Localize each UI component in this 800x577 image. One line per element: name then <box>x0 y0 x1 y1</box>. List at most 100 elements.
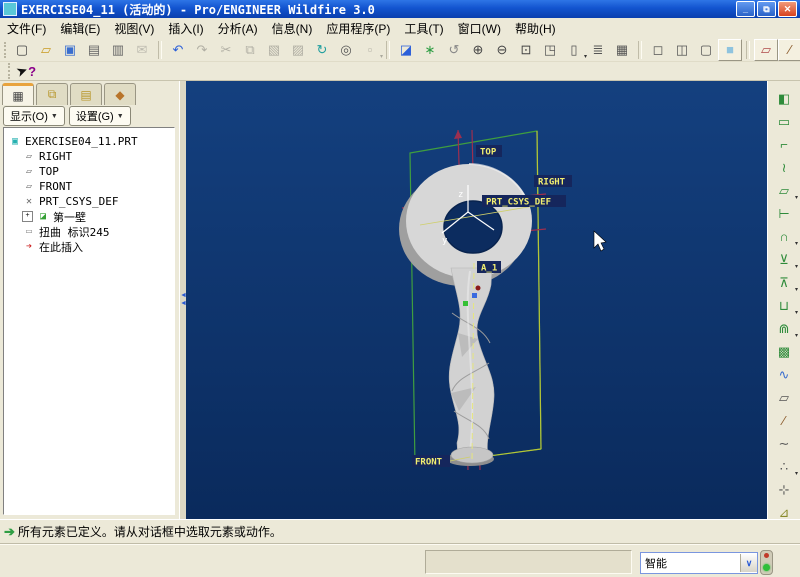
hidden-line-icon[interactable]: ◫ <box>670 39 694 61</box>
extend-wall-tool-icon[interactable]: ⊢ <box>771 202 797 225</box>
model-tree[interactable]: ▣EXERCISE04_11.PRT▱RIGHT▱TOP▱FRONT✕PRT_C… <box>3 127 175 515</box>
style-tool-icon[interactable]: ∿ <box>771 363 797 386</box>
model-tree-tab[interactable]: ▦ <box>2 83 34 105</box>
folder-browser-tab[interactable]: ▤ <box>70 83 102 105</box>
wireframe-icon[interactable]: ◻ <box>646 39 670 61</box>
menu-item-4[interactable]: 分析(A) <box>211 18 265 39</box>
menu-item-8[interactable]: 窗口(W) <box>451 18 508 39</box>
tree-item-top-plane[interactable]: ▱TOP <box>4 164 174 179</box>
orient-mode-icon[interactable]: ↺ <box>442 39 466 61</box>
open-folder-icon[interactable]: ▱ <box>34 39 58 61</box>
menu-item-1[interactable]: 编辑(E) <box>53 18 107 39</box>
tree-item-top-plane-label: TOP <box>39 165 59 178</box>
wall-tool-icon[interactable]: ◧ <box>771 87 797 110</box>
show-dropdown-button[interactable]: 显示(O)▼ <box>3 106 65 126</box>
print-icon[interactable]: ▤ <box>82 39 106 61</box>
toolbar-separator <box>158 41 162 59</box>
save-icon[interactable]: ▣ <box>58 39 82 61</box>
form-tool-icon[interactable]: ⋒▾ <box>771 317 797 340</box>
menu-item-6[interactable]: 应用程序(P) <box>319 18 397 39</box>
zoom-out-icon[interactable]: ⊖ <box>490 39 514 61</box>
menu-item-0[interactable]: 文件(F) <box>0 18 53 39</box>
dropdown-caret-icon: ▾ <box>795 471 798 477</box>
layers-icon[interactable]: ≣ <box>586 39 610 61</box>
top-plane-label[interactable]: TOP <box>476 145 502 158</box>
csys-tool-icon[interactable]: ⊹ <box>771 478 797 501</box>
menu-item-7[interactable]: 工具(T) <box>397 18 450 39</box>
axis-label[interactable]: A_1 <box>477 261 501 274</box>
unbend-tool-icon[interactable]: ⊻▾ <box>771 248 797 271</box>
layer-tree-tab[interactable]: ⧉ <box>36 83 68 105</box>
menu-item-9[interactable]: 帮助(H) <box>508 18 563 39</box>
hidden-line-icon: ◫ <box>676 43 688 56</box>
combo-dropdown-button[interactable]: ∨ <box>740 554 757 572</box>
paste-special-icon[interactable]: ▨ <box>286 39 310 61</box>
spin-center-icon[interactable]: ∗ <box>418 39 442 61</box>
tree-item-front-plane-label: FRONT <box>39 180 72 193</box>
restore-button[interactable]: ⧉ <box>757 1 776 17</box>
datum-axis-tool-icon[interactable]: ∕ <box>771 409 797 432</box>
right-plane-label[interactable]: RIGHT <box>534 175 572 188</box>
select-box-icon[interactable]: ▫▾ <box>358 39 382 61</box>
sketch-curve-tool-icon: ∼ <box>779 437 790 450</box>
view-manager-icon[interactable]: ▦ <box>610 39 634 61</box>
email-icon[interactable]: ✉ <box>130 39 154 61</box>
datum-axis-toggle-icon[interactable]: ∕ <box>778 39 800 61</box>
punch-tool-icon[interactable]: ⊔▾ <box>771 294 797 317</box>
reorient-view-icon[interactable]: ◳ <box>538 39 562 61</box>
menu-item-5[interactable]: 信息(N) <box>265 18 320 39</box>
minimize-button[interactable]: _ <box>736 1 755 17</box>
menu-item-2[interactable]: 视图(V) <box>107 18 161 39</box>
no-hidden-icon[interactable]: ▢ <box>694 39 718 61</box>
bend-tool-icon[interactable]: ∩▾ <box>771 225 797 248</box>
message-area: ➔ 所有元素已定义。请从对话框中选取元素或动作。 <box>0 519 800 543</box>
flatten-tool-icon[interactable]: ▩ <box>771 340 797 363</box>
twist-wall-tool-icon[interactable]: ≀ <box>771 156 797 179</box>
graphics-area[interactable]: z y TOP RIGHT <box>186 81 767 519</box>
paste-icon[interactable]: ▧ <box>262 39 286 61</box>
plot-icon: ▥ <box>112 43 124 56</box>
copy-icon[interactable]: ⧉ <box>238 39 262 61</box>
datum-axis-toggle-icon: ∕ <box>789 43 791 56</box>
redo-icon[interactable]: ↷ <box>190 39 214 61</box>
selection-filter-combo[interactable]: 智能 ∨ <box>640 552 758 574</box>
close-button[interactable]: ✕ <box>778 1 797 17</box>
3d-model-canvas[interactable]: z y TOP RIGHT <box>186 81 767 519</box>
saved-views-icon[interactable]: ▯▾ <box>562 39 586 61</box>
svg-text:TOP: TOP <box>480 148 497 158</box>
undo-icon[interactable]: ↶ <box>166 39 190 61</box>
tree-item-first-wall[interactable]: +◪第一壁 <box>4 209 174 224</box>
csys-label[interactable]: PRT_CSYS_DEF <box>482 195 566 208</box>
regenerate-icon[interactable]: ↻ <box>310 39 334 61</box>
refit-icon[interactable]: ⊡ <box>514 39 538 61</box>
new-file-icon[interactable]: ▢ <box>10 39 34 61</box>
datum-plane-tool-icon[interactable]: ▱ <box>771 386 797 409</box>
zoom-in-icon[interactable]: ⊕ <box>466 39 490 61</box>
datum-plane-toggle-icon[interactable]: ▱ <box>754 39 778 61</box>
shaded-icon[interactable]: ■ <box>718 39 742 61</box>
tree-item-twist[interactable]: ▭扭曲 标识245 <box>4 224 174 239</box>
tree-item-part[interactable]: ▣EXERCISE04_11.PRT <box>4 134 174 149</box>
sketch-curve-tool-icon[interactable]: ∼ <box>771 432 797 455</box>
datum-point-tool-icon[interactable]: ∴▾ <box>771 455 797 478</box>
plot-icon[interactable]: ▥ <box>106 39 130 61</box>
tree-item-front-plane[interactable]: ▱FRONT <box>4 179 174 194</box>
menu-item-3[interactable]: 插入(I) <box>161 18 210 39</box>
selection-stoplight-icon[interactable] <box>760 550 773 575</box>
flange-wall-tool-icon[interactable]: ⌐ <box>771 133 797 156</box>
zoom-in-icon: ⊕ <box>473 43 484 56</box>
wall-options-tool-icon[interactable]: ▱▾ <box>771 179 797 202</box>
bend-back-tool-icon[interactable]: ⊼▾ <box>771 271 797 294</box>
tree-item-right-plane[interactable]: ▱RIGHT <box>4 149 174 164</box>
new-file-icon: ▢ <box>16 43 28 56</box>
context-help-icon[interactable]: ➤? <box>17 64 36 79</box>
tree-expander-icon[interactable]: + <box>22 211 33 222</box>
flat-wall-tool-icon[interactable]: ▭ <box>771 110 797 133</box>
settings-dropdown-button[interactable]: 设置(G)▼ <box>69 106 131 126</box>
find-icon[interactable]: ◎ <box>334 39 358 61</box>
connections-tab[interactable]: ◆ <box>104 83 136 105</box>
repaint-icon[interactable]: ◪ <box>394 39 418 61</box>
cut-icon[interactable]: ✂ <box>214 39 238 61</box>
tree-item-insert-here[interactable]: ➔在此插入 <box>4 239 174 254</box>
tree-item-csys[interactable]: ✕PRT_CSYS_DEF <box>4 194 174 209</box>
